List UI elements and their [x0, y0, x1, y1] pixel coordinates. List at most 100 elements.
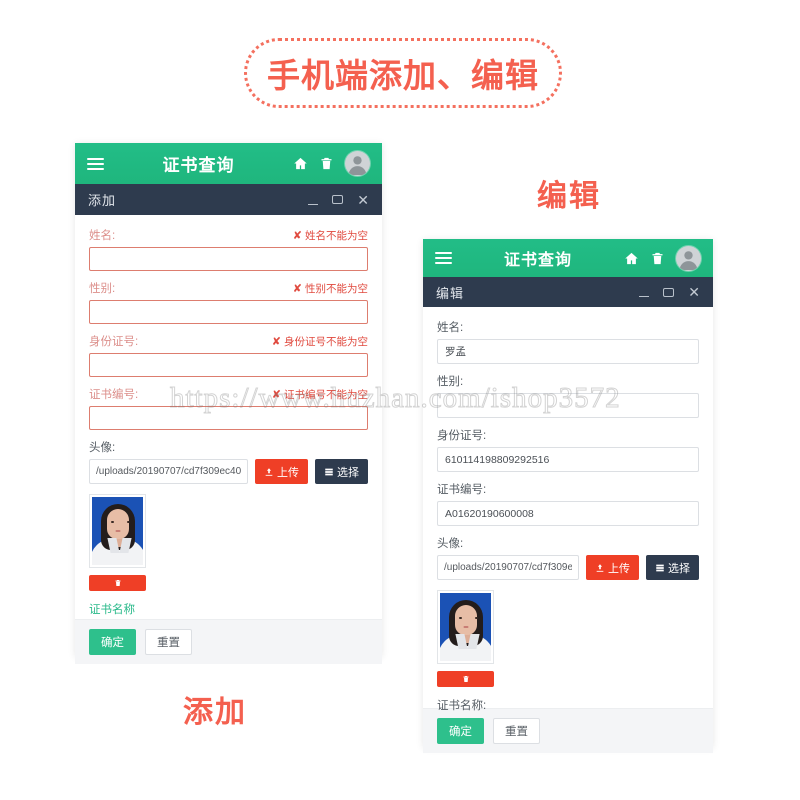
caption-add: 添加 — [183, 696, 247, 729]
field-error: ✘ 身份证号不能为空 — [272, 334, 368, 349]
photo-frame — [89, 494, 146, 568]
window-bar-edit: 编辑 ✕ — [423, 277, 713, 307]
gender-input-add[interactable] — [89, 300, 368, 324]
field-idcard-add: 身份证号: ✘ 身份证号不能为空 — [89, 333, 368, 377]
photo-preview-edit — [437, 590, 699, 687]
name-input-add[interactable] — [89, 247, 368, 271]
select-button-edit[interactable]: 选择 — [646, 555, 699, 580]
idcard-input-add[interactable] — [89, 353, 368, 377]
avatar-label-add: 头像: — [89, 442, 116, 454]
file-row-edit: 上传 选择 — [437, 555, 699, 580]
window-title-edit: 编辑 — [436, 285, 465, 301]
add-form-footer: 确定 重置 — [75, 619, 382, 664]
field-head: 性别: — [437, 373, 699, 389]
certno-input-edit[interactable] — [437, 501, 699, 526]
field-label: 性别: — [437, 376, 464, 388]
app-header-edit: 证书查询 — [423, 239, 713, 277]
field-label: 证书编号: — [89, 389, 139, 401]
field-idcard-edit: 身份证号: — [437, 427, 699, 472]
close-button-edit[interactable]: ✕ — [688, 285, 700, 299]
field-head: 身份证号: — [437, 427, 699, 443]
window-title-add: 添加 — [88, 193, 117, 208]
header-icons-edit — [624, 245, 701, 271]
page-banner: 手机端添加、编辑 — [244, 38, 562, 108]
upload-icon — [265, 467, 273, 476]
field-label: 姓名: — [89, 230, 116, 242]
user-avatar-icon[interactable] — [676, 245, 701, 271]
field-gender-edit: 性别: — [437, 373, 699, 418]
banner-title: 手机端添加、编辑 — [267, 57, 539, 94]
field-error: ✘ 性别不能为空 — [293, 281, 368, 296]
photo-preview-add — [89, 494, 368, 591]
add-panel: 证书查询 添加 ✕ 姓名: ✘ 姓名不能为空 性别: ✘ 性别不能为空 身份证号… — [75, 143, 382, 664]
id-photo-image — [92, 497, 143, 565]
maximize-button-edit[interactable] — [663, 287, 675, 297]
user-avatar-icon[interactable] — [345, 151, 370, 176]
minimize-button-edit[interactable] — [639, 287, 650, 297]
field-head: 头像: — [89, 439, 368, 455]
close-button-add[interactable]: ✕ — [357, 193, 369, 207]
avatar-path-input-edit[interactable] — [437, 555, 579, 580]
field-head: 姓名: ✘ 姓名不能为空 — [89, 227, 368, 243]
error-x-icon: ✘ — [292, 230, 302, 242]
field-head: 姓名: — [437, 319, 699, 335]
maximize-button-add[interactable] — [332, 195, 344, 204]
field-label: 身份证号: — [89, 336, 139, 348]
field-label: 身份证号: — [437, 430, 487, 442]
field-head: 头像: — [437, 535, 699, 551]
home-icon[interactable] — [293, 156, 308, 171]
cert-name-label-add: 证书名称 — [89, 604, 135, 616]
delete-photo-button-add[interactable] — [89, 575, 146, 591]
select-button-add[interactable]: 选择 — [315, 459, 368, 484]
gender-input-edit[interactable] — [437, 393, 699, 418]
upload-button-add[interactable]: 上传 — [255, 459, 308, 484]
field-certno-edit: 证书编号: — [437, 481, 699, 526]
field-certno-add: 证书编号: ✘ 证书编号不能为空 — [89, 386, 368, 430]
header-icons-add — [293, 151, 370, 176]
field-head: 性别: ✘ 性别不能为空 — [89, 280, 368, 296]
confirm-button-edit[interactable]: 确定 — [437, 718, 484, 744]
window-controls-add: ✕ — [308, 193, 369, 207]
list-icon — [325, 468, 333, 475]
upload-label: 上传 — [277, 466, 299, 479]
field-gender-add: 性别: ✘ 性别不能为空 — [89, 280, 368, 324]
field-label: 性别: — [89, 283, 116, 295]
field-avatar-add: 头像: 上传 选择 — [89, 439, 368, 617]
error-x-icon: ✘ — [271, 336, 281, 348]
upload-label: 上传 — [608, 562, 630, 575]
edit-form-body: 姓名: 性别: 身份证号: 证书编号: — [423, 307, 713, 712]
upload-button-edit[interactable]: 上传 — [586, 555, 639, 580]
edit-form-footer: 确定 重置 — [423, 708, 713, 753]
app-title-edit: 证书查询 — [503, 252, 572, 269]
confirm-button-add[interactable]: 确定 — [89, 629, 136, 655]
trash-icon — [114, 580, 121, 586]
screenshot-root: 手机端添加、编辑 添加 编辑 证书查询 添加 ✕ 姓名: ✘ 姓名不能为空 性别… — [0, 0, 800, 800]
app-title-add: 证书查询 — [162, 156, 235, 175]
select-label: 选择 — [337, 466, 359, 479]
field-name-add: 姓名: ✘ 姓名不能为空 — [89, 227, 368, 271]
edit-panel: 证书查询 编辑 ✕ 姓名: 罗孟 性别: 身份证号: 6101141988092… — [423, 239, 713, 753]
hamburger-icon[interactable] — [435, 252, 452, 264]
reset-button-edit[interactable]: 重置 — [493, 718, 540, 744]
error-text: 姓名不能为空 — [305, 230, 368, 242]
reset-button-add[interactable]: 重置 — [145, 629, 192, 655]
name-input-edit[interactable] — [437, 339, 699, 364]
field-name-edit: 姓名: — [437, 319, 699, 364]
photo-frame — [437, 590, 494, 664]
add-form-body: 姓名: ✘ 姓名不能为空 性别: ✘ 性别不能为空 身份证号: ✘ 身份证号不能… — [75, 215, 382, 619]
field-head: 证书编号: ✘ 证书编号不能为空 — [89, 386, 368, 402]
avatar-path-input-add[interactable] — [89, 459, 248, 484]
caption-edit: 编辑 — [537, 180, 601, 213]
trash-icon[interactable] — [319, 156, 334, 171]
trash-icon[interactable] — [650, 251, 665, 266]
error-text: 身份证号不能为空 — [284, 336, 368, 348]
minimize-button-add[interactable] — [308, 195, 319, 205]
certno-input-add[interactable] — [89, 406, 368, 430]
field-head: 身份证号: ✘ 身份证号不能为空 — [89, 333, 368, 349]
app-header-add: 证书查询 — [75, 143, 382, 184]
delete-photo-button-edit[interactable] — [437, 671, 494, 687]
error-x-icon: ✘ — [292, 283, 302, 295]
idcard-input-edit[interactable] — [437, 447, 699, 472]
home-icon[interactable] — [624, 251, 639, 266]
hamburger-icon[interactable] — [87, 157, 104, 170]
